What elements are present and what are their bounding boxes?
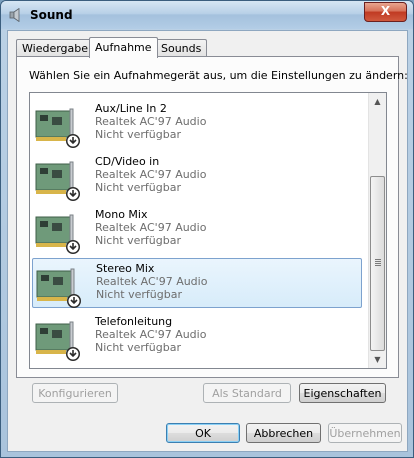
grip-icon bbox=[375, 259, 381, 266]
device-item[interactable]: Telefonleitung Realtek AC'97 Audio Nicht… bbox=[32, 312, 362, 362]
device-status: Nicht verfügbar bbox=[95, 128, 181, 141]
device-driver: Realtek AC'97 Audio bbox=[95, 221, 207, 234]
device-item[interactable]: CD/Video in Realtek AC'97 Audio Nicht ve… bbox=[32, 152, 362, 202]
scroll-up-arrow-icon[interactable]: ▲ bbox=[369, 93, 386, 110]
speaker-icon bbox=[9, 8, 20, 22]
sound-card-icon bbox=[35, 321, 80, 361]
device-item-selected[interactable]: Stereo Mix Realtek AC'97 Audio Nicht ver… bbox=[32, 258, 362, 308]
device-status: Nicht verfügbar bbox=[95, 341, 181, 354]
device-name: Stereo Mix bbox=[96, 262, 155, 275]
device-driver: Realtek AC'97 Audio bbox=[95, 168, 207, 181]
device-name: Mono Mix bbox=[95, 208, 148, 221]
sound-dialog: Sound X Wiedergabe Aufnahme Sounds Wähle… bbox=[0, 0, 414, 458]
device-item[interactable]: Aux/Line In 2 Realtek AC'97 Audio Nicht … bbox=[32, 99, 362, 149]
sound-card-icon bbox=[35, 108, 80, 148]
title-bar[interactable]: Sound X bbox=[1, 1, 413, 29]
scroll-down-arrow-icon[interactable]: ▼ bbox=[369, 351, 386, 368]
device-list[interactable]: Aux/Line In 2 Realtek AC'97 Audio Nicht … bbox=[29, 92, 387, 369]
properties-button[interactable]: Eigenschaften bbox=[299, 383, 386, 403]
sound-card-icon bbox=[35, 214, 80, 254]
ok-button[interactable]: OK bbox=[166, 423, 240, 443]
device-name: Aux/Line In 2 bbox=[95, 102, 167, 115]
device-status: Nicht verfügbar bbox=[96, 288, 182, 301]
cancel-button[interactable]: Abbrechen bbox=[246, 423, 321, 443]
vertical-scrollbar[interactable]: ▲ ▼ bbox=[368, 93, 386, 368]
window-title: Sound bbox=[30, 8, 73, 22]
tab-sounds[interactable]: Sounds bbox=[155, 39, 208, 57]
device-driver: Realtek AC'97 Audio bbox=[96, 275, 208, 288]
tab-aufnahme[interactable]: Aufnahme bbox=[89, 37, 158, 58]
device-driver: Realtek AC'97 Audio bbox=[95, 328, 207, 341]
configure-button[interactable]: Konfigurieren bbox=[32, 383, 118, 403]
recording-panel: Wählen Sie ein Aufnahmegerät aus, um die… bbox=[16, 56, 408, 378]
device-name: CD/Video in bbox=[95, 155, 160, 168]
tab-wiedergabe[interactable]: Wiedergabe bbox=[16, 39, 95, 57]
apply-button[interactable]: Übernehmen bbox=[328, 423, 402, 443]
dialog-body: Wiedergabe Aufnahme Sounds Wählen Sie ei… bbox=[7, 30, 408, 452]
device-status: Nicht verfügbar bbox=[95, 181, 181, 194]
device-name: Telefonleitung bbox=[95, 315, 173, 328]
device-item[interactable]: Mono Mix Realtek AC'97 Audio Nicht verfü… bbox=[32, 205, 362, 255]
set-default-button[interactable]: Als Standard bbox=[203, 383, 291, 403]
device-driver: Realtek AC'97 Audio bbox=[95, 115, 207, 128]
instruction-text: Wählen Sie ein Aufnahmegerät aus, um die… bbox=[29, 69, 408, 82]
device-status: Nicht verfügbar bbox=[95, 234, 181, 247]
sound-card-icon bbox=[35, 161, 80, 201]
close-button[interactable]: X bbox=[364, 2, 407, 22]
scrollbar-thumb[interactable] bbox=[370, 176, 385, 351]
sound-card-icon bbox=[36, 268, 81, 308]
